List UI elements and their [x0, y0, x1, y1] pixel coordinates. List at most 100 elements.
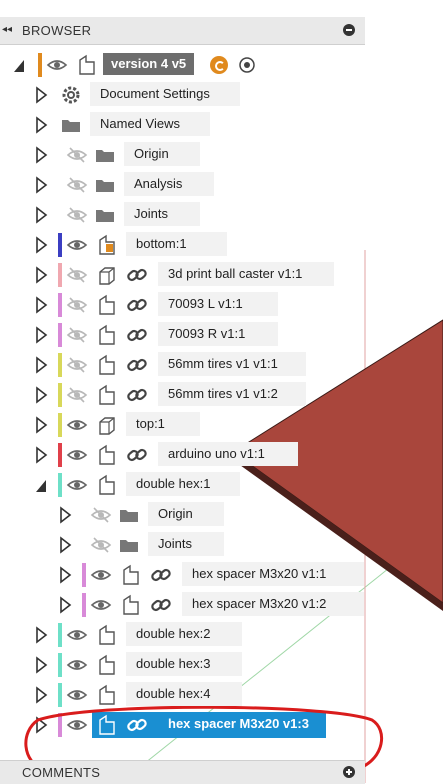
folder-icon — [120, 540, 138, 552]
component-icon — [99, 294, 115, 315]
tree-row[interactable]: Origin — [0, 502, 360, 528]
folder-icon — [120, 510, 138, 522]
folder-icon — [62, 120, 80, 132]
eye-icon[interactable] — [66, 654, 88, 676]
collapse-panel-icon[interactable]: ◂◂ — [2, 24, 12, 35]
eye-hidden-icon[interactable] — [66, 384, 88, 406]
expand-triangle-icon[interactable] — [34, 146, 48, 164]
tree-row[interactable]: 56mm tires v1 v1:1 — [0, 352, 360, 378]
activate-target-icon[interactable] — [238, 56, 256, 74]
expand-triangle-icon[interactable] — [34, 626, 48, 644]
root-row[interactable]: version 4 v5 — [0, 52, 265, 78]
eye-icon[interactable] — [66, 234, 88, 256]
browser-header: ◂◂ BROWSER — [0, 17, 365, 45]
tree-row[interactable]: arduino uno v1:1 — [0, 442, 360, 468]
expand-triangle-icon[interactable] — [34, 356, 48, 374]
eye-hidden-icon[interactable] — [66, 294, 88, 316]
eye-hidden-icon[interactable] — [90, 534, 112, 556]
tree-row[interactable]: hex spacer M3x20 v1:1 — [0, 562, 364, 588]
expand-triangle-icon[interactable] — [34, 386, 48, 404]
expand-triangle-icon[interactable] — [34, 656, 48, 674]
component-icon — [99, 474, 115, 495]
link-icon — [127, 358, 147, 372]
minimize-icon[interactable] — [343, 24, 355, 36]
collapse-triangle-icon[interactable] — [34, 476, 48, 494]
component-icon — [99, 684, 115, 705]
tree-row[interactable]: Analysis — [0, 172, 360, 198]
tree-row[interactable]: 70093 L v1:1 — [0, 292, 360, 318]
tree-item-label: double hex:1 — [126, 472, 240, 496]
expand-triangle-icon[interactable] — [34, 326, 48, 344]
tree-row[interactable]: double hex:4 — [0, 682, 360, 708]
expand-triangle-icon[interactable] — [58, 506, 72, 524]
body-icon — [99, 267, 115, 285]
eye-hidden-icon[interactable] — [66, 264, 88, 286]
tree-item-label: Origin — [148, 502, 224, 526]
folder-icon — [96, 150, 114, 162]
tree-row[interactable]: 70093 R v1:1 — [0, 322, 360, 348]
component-active-icon — [99, 234, 115, 255]
eye-icon[interactable] — [66, 684, 88, 706]
link-icon — [127, 268, 147, 282]
expand-triangle-icon[interactable] — [58, 596, 72, 614]
tree-item-label: hex spacer M3x20 v1:2 — [182, 592, 364, 616]
eye-icon[interactable] — [90, 564, 112, 586]
eye-hidden-icon[interactable] — [66, 174, 88, 196]
eye-icon[interactable] — [66, 414, 88, 436]
tree-row[interactable]: 3d print ball caster v1:1 — [0, 262, 360, 288]
expand-triangle-icon[interactable] — [58, 566, 72, 584]
eye-hidden-icon[interactable] — [66, 324, 88, 346]
tree-item-label: Document Settings — [90, 82, 240, 106]
color-bar — [58, 353, 62, 377]
expand-triangle-icon[interactable] — [34, 446, 48, 464]
eye-icon[interactable] — [66, 444, 88, 466]
tree-item-label: top:1 — [126, 412, 200, 436]
tree-item-label: Joints — [148, 532, 224, 556]
tree-item-label: double hex:3 — [126, 652, 242, 676]
tree-item-label: hex spacer M3x20 v1:1 — [182, 562, 364, 586]
expand-triangle-icon[interactable] — [34, 266, 48, 284]
tree-row[interactable]: Origin — [0, 142, 360, 168]
link-icon — [127, 448, 147, 462]
expand-triangle-icon[interactable] — [34, 176, 48, 194]
color-bar — [58, 623, 62, 647]
eye-hidden-icon[interactable] — [66, 204, 88, 226]
tree-row[interactable]: double hex:2 — [0, 622, 360, 648]
eye-icon[interactable] — [66, 474, 88, 496]
version-badge-icon[interactable] — [210, 56, 228, 74]
tree-row[interactable]: Named Views — [0, 112, 360, 138]
expand-triangle-icon[interactable] — [34, 86, 48, 104]
tree-row[interactable]: bottom:1 — [0, 232, 360, 258]
tree-row[interactable]: double hex:1 — [0, 472, 360, 498]
eye-hidden-icon[interactable] — [90, 504, 112, 526]
expand-triangle-icon[interactable] — [58, 536, 72, 554]
eye-icon[interactable] — [46, 54, 68, 76]
expand-triangle-icon[interactable] — [34, 686, 48, 704]
tree-row[interactable]: Joints — [0, 202, 360, 228]
expand-triangle-icon[interactable] — [34, 206, 48, 224]
folder-icon — [96, 210, 114, 222]
eye-hidden-icon[interactable] — [66, 354, 88, 376]
tree-row[interactable]: Joints — [0, 532, 360, 558]
link-icon — [127, 298, 147, 312]
link-icon — [127, 388, 147, 402]
expand-triangle-icon[interactable] — [34, 296, 48, 314]
expand-triangle-icon[interactable] — [34, 416, 48, 434]
expand-triangle-icon[interactable] — [34, 116, 48, 134]
tree-row[interactable]: top:1 — [0, 412, 360, 438]
eye-hidden-icon[interactable] — [66, 144, 88, 166]
add-comment-icon[interactable] — [343, 766, 355, 778]
tree-row[interactable]: hex spacer M3x20 v1:2 — [0, 592, 364, 618]
color-bar — [58, 383, 62, 407]
eye-icon[interactable] — [66, 624, 88, 646]
component-icon — [99, 654, 115, 675]
component-icon — [99, 354, 115, 375]
tree-row[interactable]: Document Settings — [0, 82, 360, 108]
tree-row[interactable]: 56mm tires v1 v1:2 — [0, 382, 360, 408]
collapse-triangle-icon[interactable] — [12, 56, 26, 74]
eye-icon[interactable] — [90, 594, 112, 616]
color-bar — [58, 233, 62, 257]
expand-triangle-icon[interactable] — [34, 236, 48, 254]
tree-item-label: arduino uno v1:1 — [158, 442, 298, 466]
tree-row[interactable]: double hex:3 — [0, 652, 360, 678]
